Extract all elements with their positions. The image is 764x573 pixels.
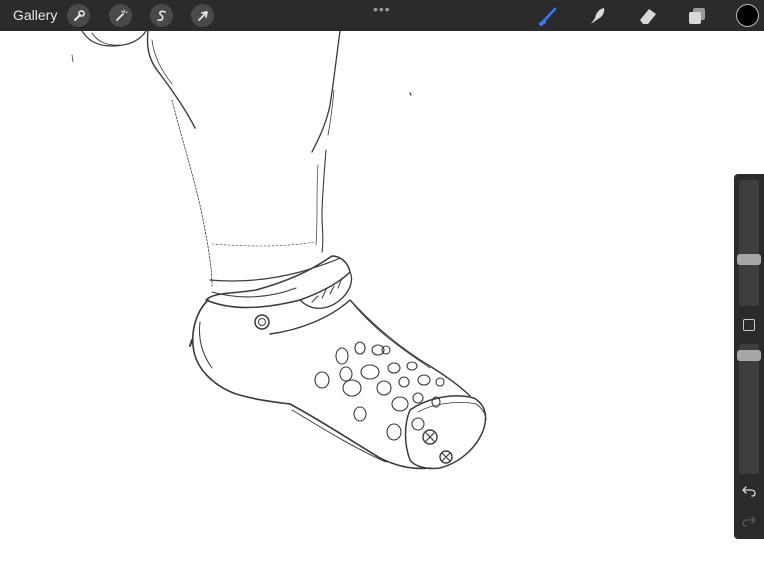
opacity-slider[interactable] [739, 344, 759, 474]
brush-size-slider[interactable] [739, 180, 759, 306]
opacity-thumb[interactable] [737, 349, 761, 361]
adjustments-button[interactable] [109, 4, 132, 27]
drawing-canvas[interactable] [0, 31, 730, 573]
selection-button[interactable] [150, 4, 173, 27]
sidebar [734, 174, 764, 539]
eraser-tool[interactable] [636, 4, 660, 28]
redo-icon [742, 516, 756, 527]
redo-button[interactable] [740, 513, 758, 529]
undo-icon [742, 486, 756, 497]
eraser-icon [640, 9, 656, 24]
layers-icon [689, 8, 705, 24]
more-options-icon[interactable]: ••• [373, 1, 391, 17]
brush-icon [539, 7, 557, 26]
smudge-tool[interactable] [586, 4, 610, 28]
brush-tool[interactable] [537, 4, 561, 28]
gallery-button[interactable]: Gallery [13, 7, 57, 23]
brush-size-thumb[interactable] [737, 253, 761, 265]
actions-button[interactable] [67, 4, 90, 27]
magic-wand-icon [115, 9, 127, 21]
selection-s-icon [156, 10, 166, 21]
smudge-icon [591, 8, 605, 24]
wrench-icon [73, 9, 85, 21]
modify-button[interactable] [743, 319, 755, 331]
layers-tool[interactable] [685, 4, 709, 28]
top-toolbar: Gallery ••• [0, 0, 764, 31]
color-swatch[interactable] [736, 4, 759, 27]
arrow-cursor-icon [197, 10, 208, 21]
undo-button[interactable] [740, 483, 758, 499]
transform-button[interactable] [191, 4, 214, 27]
